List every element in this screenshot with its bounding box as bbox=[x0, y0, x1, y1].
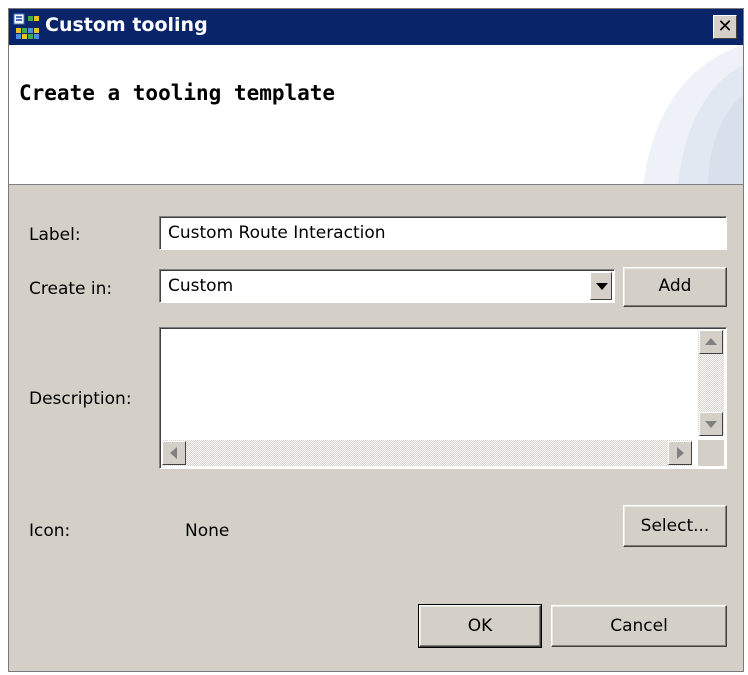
scroll-right-icon[interactable] bbox=[668, 441, 692, 465]
description-textarea[interactable] bbox=[159, 327, 727, 469]
scroll-down-icon[interactable] bbox=[699, 412, 723, 436]
label-input-value: Custom Route Interaction bbox=[168, 223, 386, 243]
window-title: Custom tooling bbox=[45, 14, 208, 36]
custom-tooling-dialog: Custom tooling ✕ Create a tooling templa… bbox=[8, 8, 744, 672]
cancel-button[interactable]: Cancel bbox=[551, 605, 727, 647]
app-icon bbox=[13, 13, 39, 39]
select-button-label: Select... bbox=[640, 516, 710, 536]
title-bar[interactable]: Custom tooling ✕ bbox=[9, 9, 743, 45]
header-decoration bbox=[643, 45, 743, 184]
add-button-label: Add bbox=[658, 276, 692, 296]
close-icon: ✕ bbox=[717, 16, 733, 37]
scrollbar-corner bbox=[698, 440, 724, 466]
scroll-left-icon[interactable] bbox=[162, 441, 186, 465]
icon-caption: Icon: bbox=[29, 521, 71, 541]
label-input[interactable]: Custom Route Interaction bbox=[159, 216, 727, 250]
create-in-value: Custom bbox=[168, 276, 234, 296]
select-icon-button[interactable]: Select... bbox=[623, 505, 727, 547]
ok-button-label: OK bbox=[467, 616, 493, 636]
ok-button[interactable]: OK bbox=[418, 604, 542, 648]
wizard-header: Create a tooling template bbox=[9, 45, 743, 185]
cancel-button-label: Cancel bbox=[610, 616, 668, 636]
page-title: Create a tooling template bbox=[19, 81, 336, 105]
chevron-down-icon[interactable] bbox=[590, 272, 612, 300]
create-in-caption: Create in: bbox=[29, 279, 113, 299]
label-caption: Label: bbox=[29, 225, 81, 245]
scroll-up-icon[interactable] bbox=[699, 330, 723, 354]
close-button[interactable]: ✕ bbox=[713, 15, 737, 39]
icon-value: None bbox=[185, 521, 230, 541]
create-in-dropdown[interactable]: Custom bbox=[159, 269, 615, 303]
horizontal-scrollbar[interactable] bbox=[162, 440, 692, 466]
add-button[interactable]: Add bbox=[623, 267, 727, 307]
vertical-scrollbar[interactable] bbox=[698, 330, 724, 436]
description-caption: Description: bbox=[29, 389, 132, 409]
